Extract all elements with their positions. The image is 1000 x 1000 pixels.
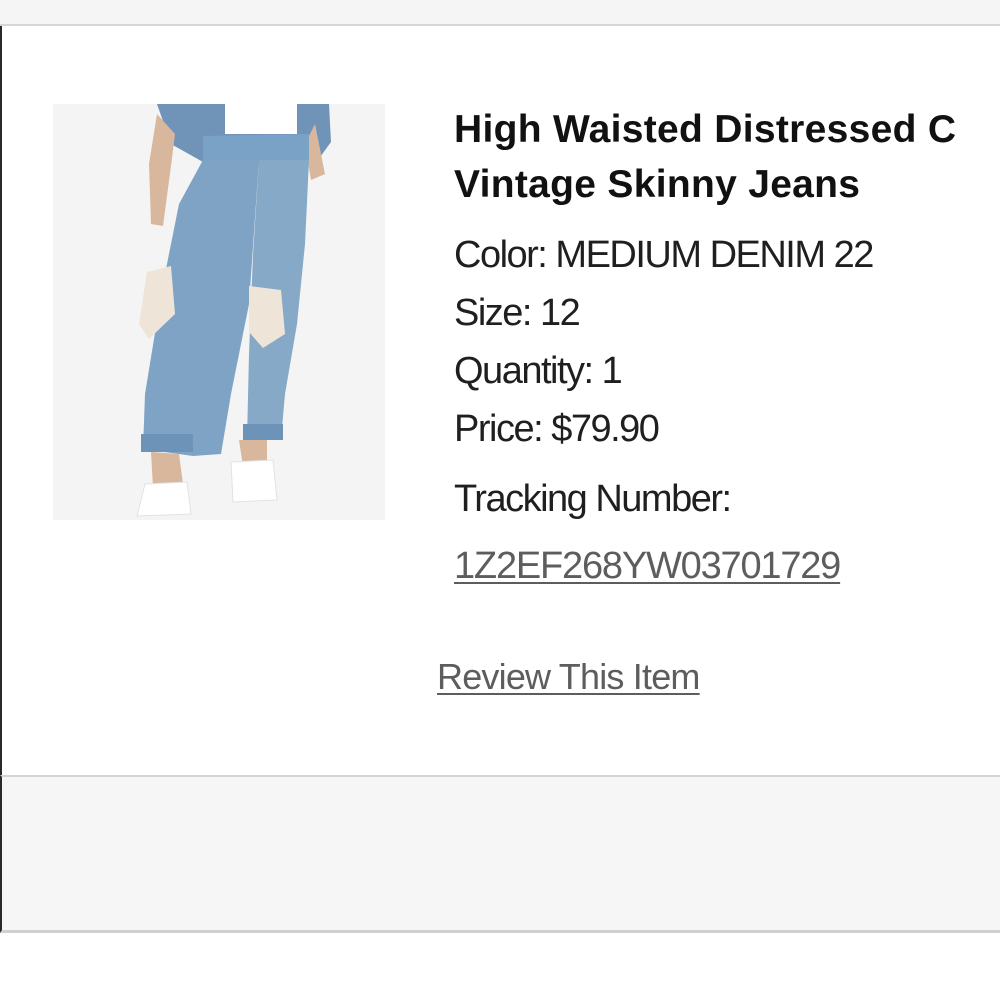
product-title[interactable]: High Waisted Distressed C Vintage Skinny… (454, 102, 1000, 212)
product-details: High Waisted Distressed C Vintage Skinny… (454, 102, 1000, 590)
top-band (0, 0, 1000, 26)
review-item-link[interactable]: Review This Item (437, 656, 700, 698)
product-color: Color: MEDIUM DENIM 22 (454, 234, 874, 276)
bottom-panel (0, 775, 1000, 933)
product-title-line2: Vintage Skinny Jeans (454, 163, 861, 206)
product-price: Price: $79.90 (454, 408, 660, 450)
tracking-number-label: Tracking Number: (454, 478, 732, 520)
product-size: Size: 12 (454, 292, 581, 334)
tracking-number-link[interactable]: 1Z2EF268YW03701729 (454, 542, 841, 590)
product-image[interactable] (53, 104, 385, 520)
jeans-photo-icon (53, 104, 385, 520)
product-attributes: Color: MEDIUM DENIM 22 Size: 12 Quantity… (454, 226, 1000, 458)
order-item-card: High Waisted Distressed C Vintage Skinny… (0, 26, 1000, 775)
product-title-line1: High Waisted Distressed C (454, 108, 957, 151)
product-quantity: Quantity: 1 (454, 350, 623, 392)
footer-area (0, 933, 1000, 1000)
